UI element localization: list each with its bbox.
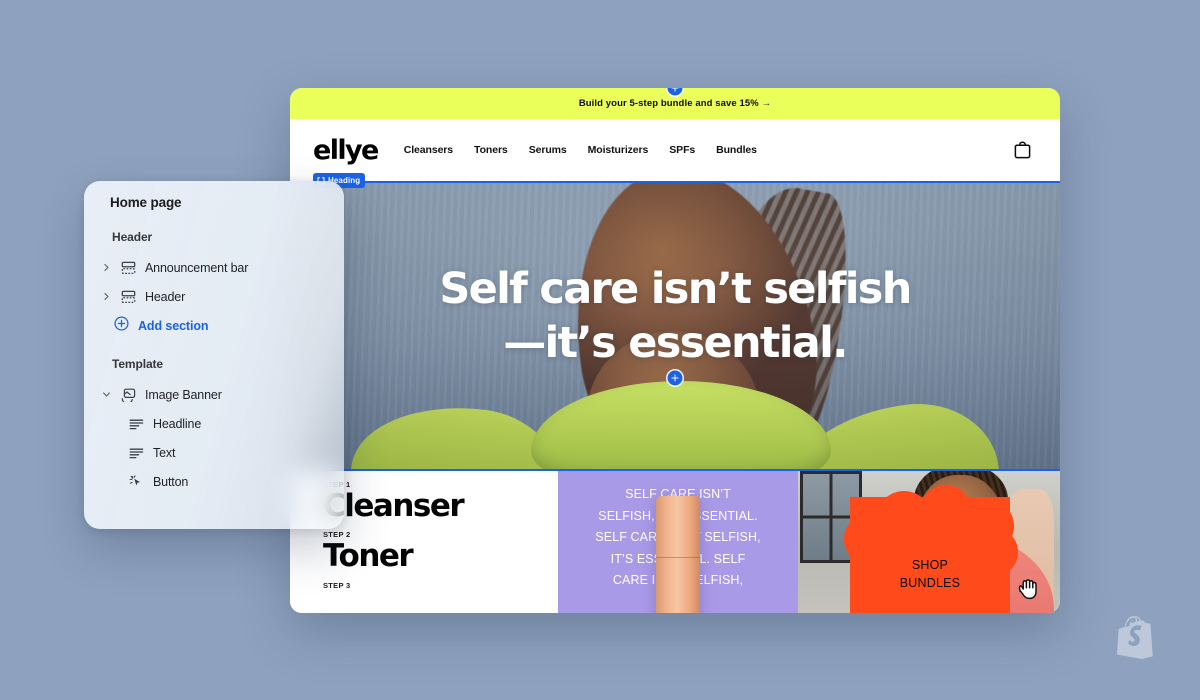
theme-editor-sidebar: Home page Header Announcement bar Header… [84,181,344,529]
chevron-right-icon[interactable] [100,263,112,272]
grabbing-hand-cursor-icon [1014,574,1044,609]
text-lines-icon [128,447,145,459]
nav-link-bundles[interactable]: Bundles [716,144,757,156]
sidebar-item-text[interactable]: Text [84,438,344,467]
page-title: Home page [110,195,182,210]
nav-link-spfs[interactable]: SPFs [669,144,695,156]
sidebar-item-button[interactable]: Button [84,467,344,496]
hero-headline-line-2: —it’s essential. [503,317,848,368]
nav-link-toners[interactable]: Toners [474,144,508,156]
sidebar-item-label: Announcement bar [145,260,249,275]
section-icon [120,261,137,275]
bundle-cta-blob-shape [844,485,1018,613]
step-name-1[interactable]: Cleanser [323,489,558,523]
step-label-3: STEP 3 [323,580,351,590]
announcement-bar-text: Build your 5-step bundle and save 15% → [578,98,772,109]
chevron-right-icon[interactable] [100,292,112,301]
sidebar-item-headline[interactable]: Headline [84,409,344,438]
marquee-product-card[interactable]: SELF CARE ISN’T SELFISH, IT’S ESSENTIAL.… [558,471,798,613]
section-icon [120,290,137,304]
image-banner-icon [120,388,137,402]
store-logo[interactable]: ellye [313,137,379,164]
sidebar-item-header[interactable]: Header [84,282,344,311]
sidebar-item-announcement-bar[interactable]: Announcement bar [84,253,344,282]
sidebar-item-image-banner[interactable]: Image Banner [84,380,344,409]
sidebar-item-label: Image Banner [145,387,222,402]
button-cursor-icon [128,474,145,489]
add-section-label: Add section [138,319,209,333]
shop-bundles-cta-line-2: BUNDLES [899,575,961,590]
nav-link-serums[interactable]: Serums [529,144,567,156]
add-section-handle-bottom[interactable] [667,370,683,386]
hero-headline-line-1: Self care isn’t selfish [439,264,912,314]
sidebar-item-label: Text [153,445,176,460]
sidebar-item-label: Header [145,289,186,304]
sidebar-item-label: Button [153,474,189,489]
shop-bundles-cta-label[interactable]: SHOP BUNDLES [850,557,1010,593]
chevron-down-icon[interactable] [100,390,112,399]
hero-headline: Self care isn’t selfish —it’s essential. [290,263,1060,371]
nav-link-moisturizers[interactable]: Moisturizers [588,144,649,156]
step-name-2[interactable]: Toner [323,539,558,573]
cart-button[interactable] [1014,141,1031,159]
text-lines-icon [128,418,145,430]
product-tube-icon [656,496,700,613]
image-banner-section[interactable]: Self care isn’t selfish —it’s essential. [290,181,1060,471]
shopping-bag-icon [1014,141,1031,159]
shopify-bag-logo [1112,613,1158,670]
nav-link-cleansers[interactable]: Cleansers [404,144,453,156]
shop-bundles-cta-line-1: SHOP [911,558,949,572]
product-strip: STEP 1 Cleanser STEP 2 Toner STEP 3 SELF… [290,471,1060,613]
storefront-nav: Cleansers Toners Serums Moisturizers SPF… [404,144,757,156]
storefront-preview: Build your 5-step bundle and save 15% → … [290,88,1060,613]
add-section-button[interactable]: Add section [84,311,344,341]
sidebar-group-label-header: Header [112,230,153,244]
storefront-header: ellye Cleansers Toners Serums Moisturize… [290,119,1060,188]
sidebar-group-label-template: Template [112,357,163,371]
circle-plus-icon [114,316,129,336]
sidebar-item-label: Headline [153,416,202,431]
